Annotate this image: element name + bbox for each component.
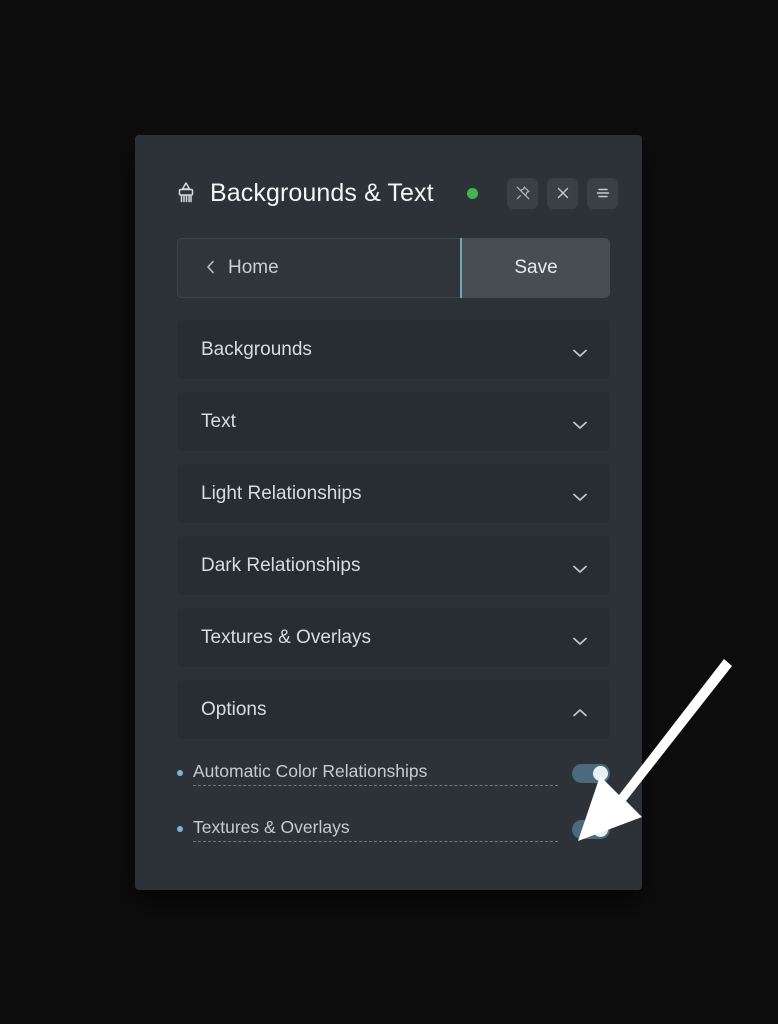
section-list: Backgrounds Text Light Relationships Dar… [177,320,610,739]
toggle-knob [593,821,608,837]
options-panel: Automatic Color Relationships Textures &… [177,755,610,847]
section-textures-overlays[interactable]: Textures & Overlays [177,608,610,667]
section-label: Light Relationships [201,482,362,504]
nav-bar: Home Save [177,238,610,298]
chevron-down-icon [572,345,588,357]
save-label: Save [514,257,558,278]
chevron-down-icon [572,633,588,645]
section-options[interactable]: Options [177,680,610,739]
unpin-button[interactable] [507,177,538,209]
toggle-knob [593,765,608,781]
chevron-left-icon [206,260,215,277]
chevron-up-icon [572,705,588,716]
paintbrush-icon [175,181,197,205]
chevron-down-icon [572,489,588,501]
chevron-down-icon [572,417,588,429]
section-text[interactable]: Text [177,392,610,451]
section-light-relationships[interactable]: Light Relationships [177,464,610,523]
toggle-automatic-color-relationships[interactable] [572,763,610,783]
option-label[interactable]: Textures & Overlays [193,817,558,842]
section-label: Backgrounds [201,338,312,360]
option-row-automatic-color-relationships: Automatic Color Relationships [177,755,610,791]
toggle-textures-overlays[interactable] [572,819,610,839]
home-button[interactable]: Home [177,238,460,298]
bullet-icon [177,826,183,832]
option-label[interactable]: Automatic Color Relationships [193,761,558,786]
section-label: Text [201,410,236,432]
unpin-icon [515,185,531,201]
bullet-icon [177,770,183,776]
section-dark-relationships[interactable]: Dark Relationships [177,536,610,595]
panel-header: Backgrounds & Text [135,135,642,213]
status-dot-green [466,187,478,199]
section-backgrounds[interactable]: Backgrounds [177,320,610,379]
option-row-textures-overlays: Textures & Overlays [177,811,610,847]
close-button[interactable] [547,177,578,209]
menu-button[interactable] [587,177,618,209]
menu-icon [595,186,611,200]
section-label: Textures & Overlays [201,626,371,648]
settings-panel: Backgrounds & Text Home Save Backgrounds… [135,135,642,890]
section-label: Dark Relationships [201,554,361,576]
home-label: Home [228,257,279,278]
chevron-down-icon [572,561,588,573]
section-label: Options [201,698,267,720]
page-title: Backgrounds & Text [210,178,434,207]
close-icon [556,186,570,200]
save-button[interactable]: Save [460,238,610,298]
